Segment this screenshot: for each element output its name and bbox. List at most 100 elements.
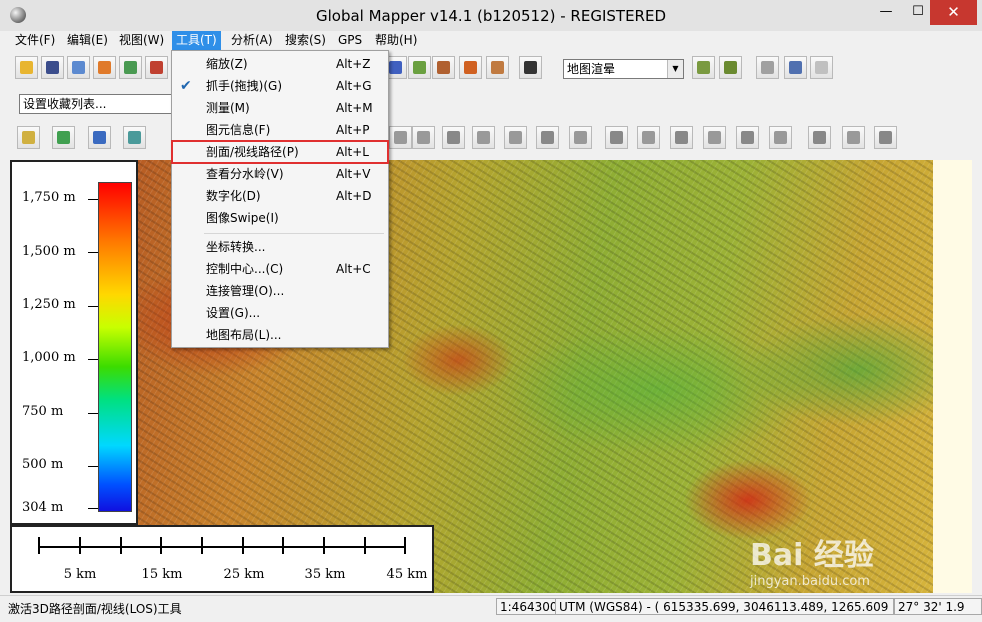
scale-tick [201,537,203,554]
map-view[interactable]: 1,750 m 1,500 m 1,250 m 1,000 m 750 m 50… [10,160,972,593]
tools-config-button[interactable] [145,56,168,79]
menu-item-digitize[interactable]: 数字化(D) Alt+D [172,185,388,207]
menu-item-zoom[interactable]: 缩放(Z) Alt+Z [172,53,388,75]
feature-tool-2-button[interactable] [412,126,435,149]
print-button[interactable] [93,56,116,79]
menu-item-shortcut: Alt+D [336,189,372,203]
tools-menu-dropdown: 缩放(Z) Alt+Z ✔ 抓手(拖拽)(G) Alt+G 测量(M) Alt+… [171,50,389,348]
menu-item-shortcut: Alt+V [336,167,371,181]
menu-item-measure[interactable]: 测量(M) Alt+M [172,97,388,119]
legend-label: 750 m [22,404,64,419]
terrain-button[interactable] [408,56,431,79]
feature-tool-13-button[interactable] [769,126,792,149]
status-coordinates: UTM (WGS84) - ( 615335.699, 3046113.489,… [555,598,894,615]
path-button[interactable] [459,56,482,79]
menu-item-label: 图元信息(F) [206,123,271,137]
menu-item-label: 连接管理(O)... [206,284,285,298]
elevation-legend: 1,750 m 1,500 m 1,250 m 1,000 m 750 m 50… [10,160,138,525]
status-bar: 激活3D路径剖面/视线(LOS)工具 1:464300 UTM (WGS84) … [0,595,982,622]
legend-tick [88,508,98,509]
menu-item-feature-info[interactable]: 图元信息(F) Alt+P [172,119,388,141]
window-title: Global Mapper v14.1 (b120512) - REGISTER… [316,7,666,25]
feature-tool-14-button[interactable] [808,126,831,149]
feature-tool-1-button[interactable] [389,126,412,149]
toolbar-digitizer [0,126,982,152]
render-mode-select[interactable]: 地图渲晕 ▼ [563,59,684,79]
scale-tick [364,537,366,554]
feature-tool-6-button[interactable] [536,126,559,149]
legend-tick [88,199,98,200]
feature-tool-10-button[interactable] [670,126,693,149]
edit-vertex-button[interactable] [123,126,146,149]
menu-analysis[interactable]: 分析(A) [231,31,273,50]
scale-tick [404,537,406,554]
scale-tick [160,537,162,554]
status-message: 激活3D路径剖面/视线(LOS)工具 [8,602,182,616]
layers-button[interactable] [119,56,142,79]
menu-gps[interactable]: GPS [338,31,362,50]
3d-view-button[interactable] [719,56,742,79]
legend-tick [88,306,98,307]
menu-item-label: 剖面/视线路径(P) [206,145,299,159]
scan-button[interactable] [784,56,807,79]
menu-item-settings[interactable]: 设置(G)... [172,302,388,324]
maximize-button[interactable]: ☐ [903,0,933,25]
close-button[interactable]: ✕ [930,0,977,25]
feature-tool-5-button[interactable] [504,126,527,149]
favorites-select[interactable]: 设置收藏列表... [19,94,179,114]
menu-view[interactable]: 视图(W) [119,31,164,50]
flag-button[interactable] [756,56,779,79]
legend-label: 304 m [22,500,64,515]
menu-item-path-profile[interactable]: 剖面/视线路径(P) Alt+L [171,140,389,164]
digitize-line-button[interactable] [52,126,75,149]
shader-button[interactable] [692,56,715,79]
menu-edit[interactable]: 编辑(E) [67,31,108,50]
legend-tick [88,359,98,360]
menu-item-shortcut: Alt+G [336,79,372,93]
open-file-button[interactable] [15,56,38,79]
menu-item-watershed[interactable]: 查看分水岭(V) Alt+V [172,163,388,185]
undo-button[interactable] [874,126,897,149]
minimize-button[interactable]: — [871,0,901,25]
scale-line [38,546,404,548]
feature-tool-12-button[interactable] [736,126,759,149]
title-bar: Global Mapper v14.1 (b120512) - REGISTER… [0,0,982,31]
digitize-area-button[interactable] [17,126,40,149]
compass-button[interactable] [810,56,833,79]
menu-item-coord-convert[interactable]: 坐标转换... [172,236,388,258]
feature-tool-3-button[interactable] [442,126,465,149]
pyramid-button[interactable] [486,56,509,79]
legend-label: 1,750 m [22,190,76,205]
digitize-point-button[interactable] [88,126,111,149]
menu-item-shortcut: Alt+L [336,145,369,159]
binoculars-button[interactable] [519,56,542,79]
scale-label: 5 km [63,567,97,582]
legend-label: 1,500 m [22,244,76,259]
menu-help[interactable]: 帮助(H) [375,31,417,50]
watermark-brand: Bai 经验 [750,538,874,573]
menu-item-label: 抓手(拖拽)(G) [206,79,283,93]
feature-tool-15-button[interactable] [842,126,865,149]
save-button[interactable] [41,56,64,79]
feature-tool-7-button[interactable] [569,126,592,149]
menu-item-connection-manager[interactable]: 连接管理(O)... [172,280,388,302]
legend-label: 500 m [22,457,64,472]
scale-label: 45 km [386,567,428,582]
menu-search[interactable]: 搜索(S) [285,31,326,50]
feature-tool-4-button[interactable] [472,126,495,149]
menu-item-image-swipe[interactable]: 图像Swipe(I) [172,207,388,229]
scale-label: 35 km [304,567,346,582]
feature-tool-8-button[interactable] [605,126,628,149]
menu-item-map-layout[interactable]: 地图布局(L)... [172,324,388,346]
legend-tick [88,413,98,414]
menu-item-pan[interactable]: ✔ 抓手(拖拽)(G) Alt+G [172,75,388,97]
feature-tool-11-button[interactable] [703,126,726,149]
menu-tools[interactable]: 工具(T) [172,31,221,50]
tower-button[interactable] [432,56,455,79]
feature-tool-9-button[interactable] [637,126,660,149]
legend-label: 1,250 m [22,297,76,312]
scale-bar: 5 km 15 km 25 km 35 km 45 km [10,525,434,593]
export-button[interactable] [67,56,90,79]
menu-item-control-center[interactable]: 控制中心...(C) Alt+C [172,258,388,280]
menu-file[interactable]: 文件(F) [15,31,55,50]
